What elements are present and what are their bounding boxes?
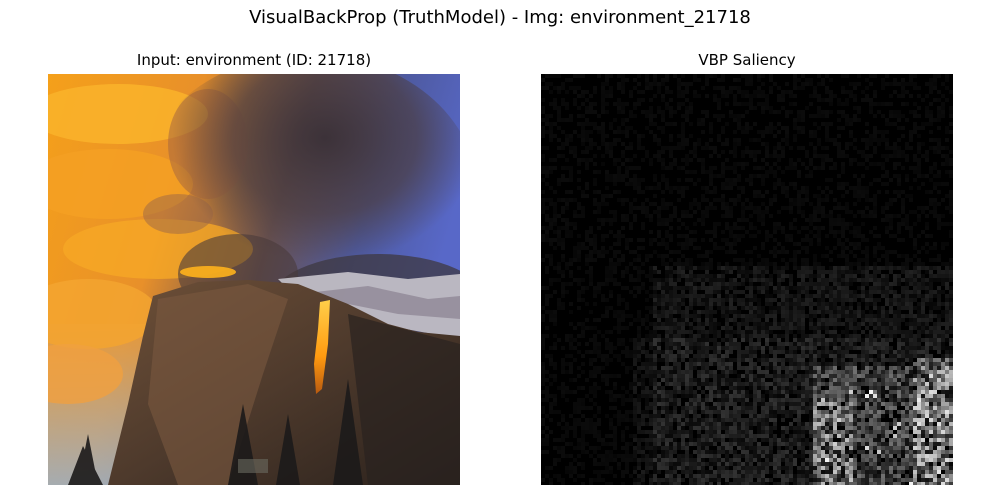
rock-outcrop [238, 459, 268, 473]
saliency-map [541, 74, 953, 485]
saliency-map-title: VBP Saliency [698, 51, 796, 69]
input-image-title: Input: environment (ID: 21718) [136, 51, 372, 69]
figure-suptitle: VisualBackProp (TruthModel) - Img: envir… [249, 7, 751, 28]
saliency-heatmap [541, 74, 953, 485]
input-photo-illustration [48, 74, 460, 485]
input-image [48, 74, 460, 485]
horizon-glow [180, 266, 236, 278]
